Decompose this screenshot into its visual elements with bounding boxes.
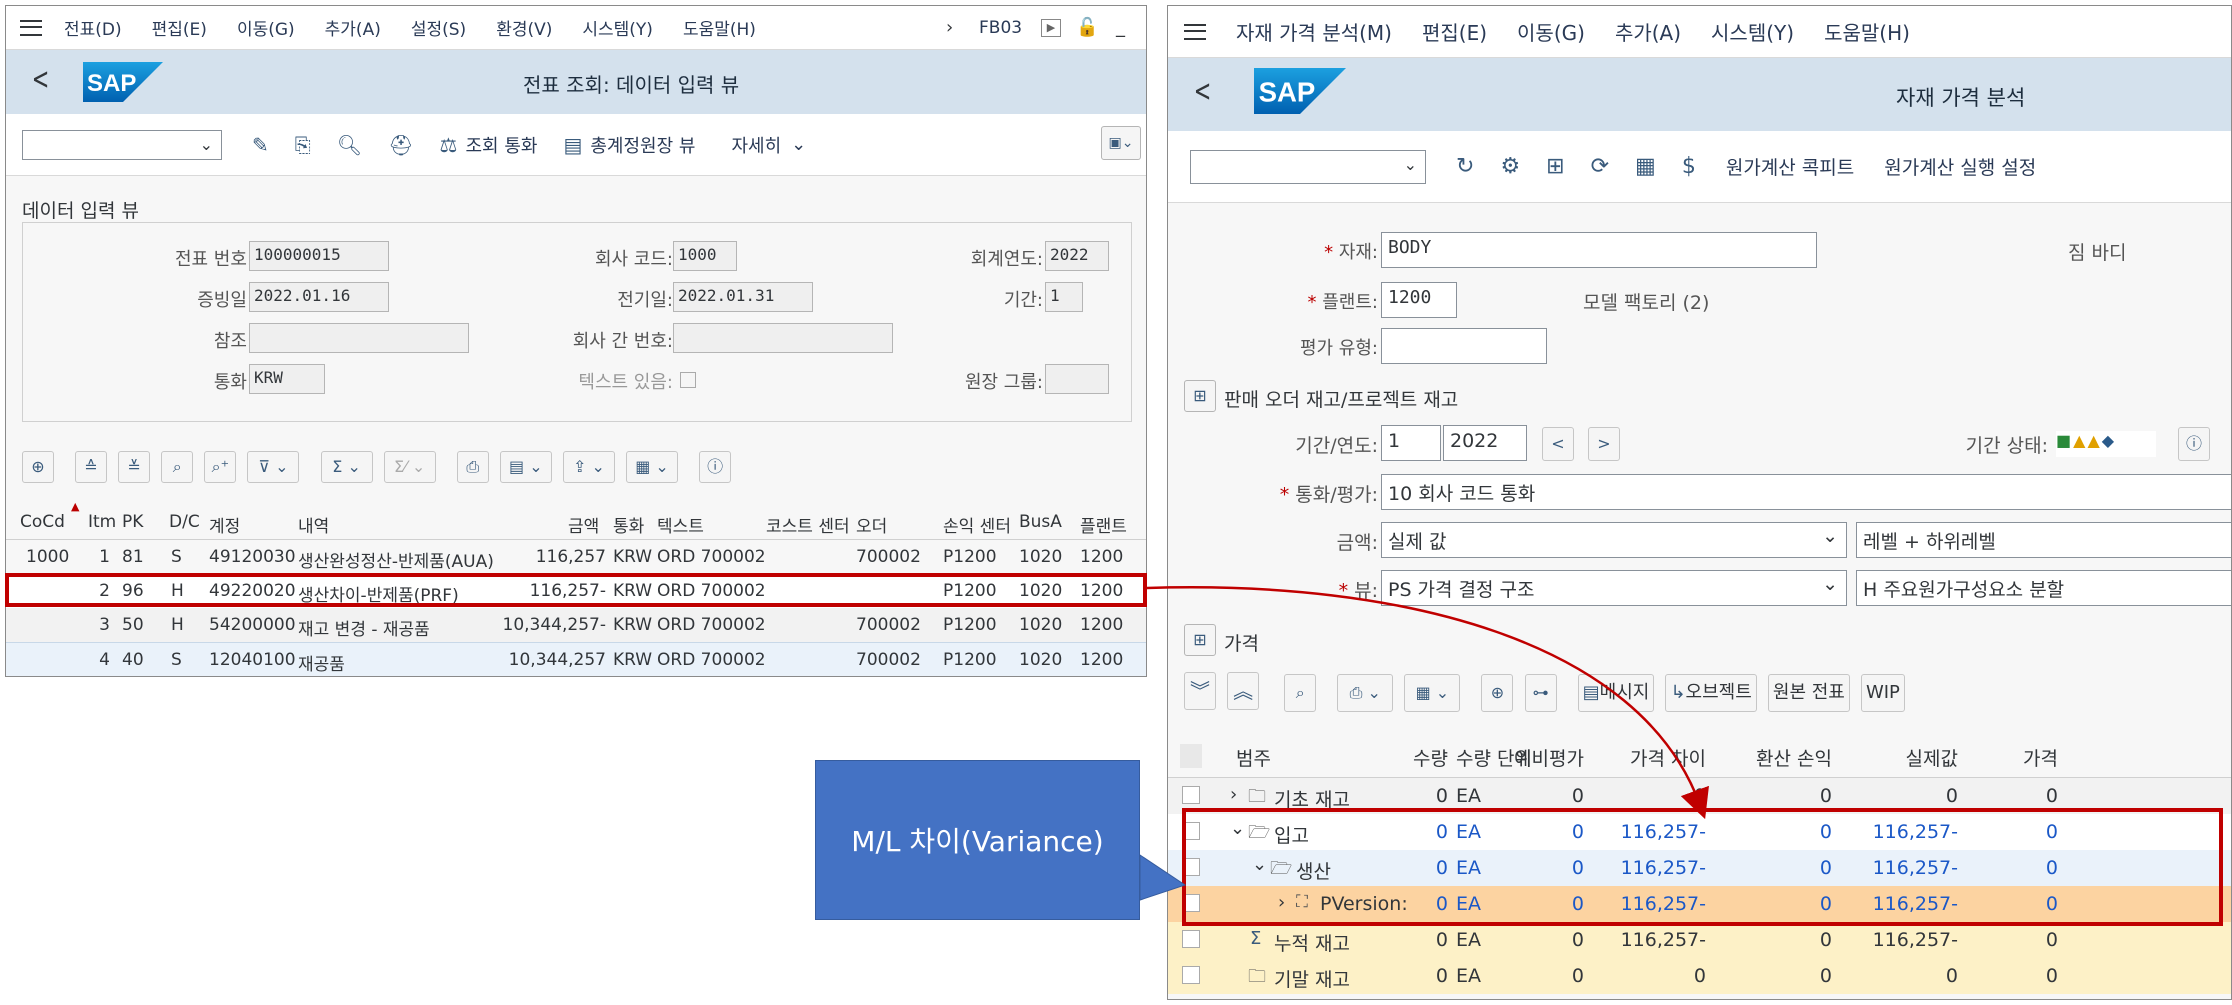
variance-callout: M/L 차이(Variance)	[815, 760, 1140, 920]
